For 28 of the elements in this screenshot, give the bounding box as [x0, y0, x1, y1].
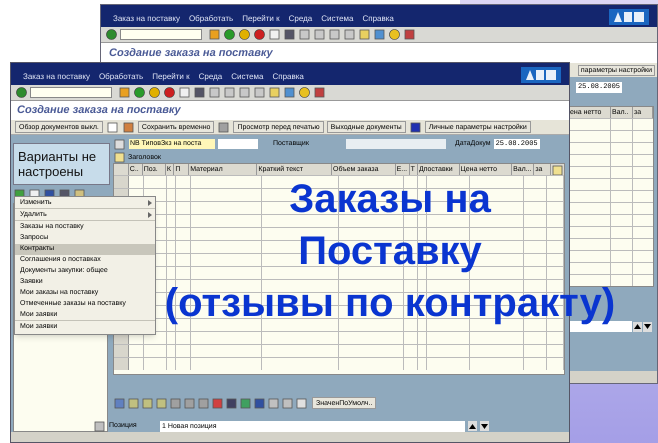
menu-item[interactable]: Система [231, 71, 264, 83]
slide-title-line: Поставку [298, 228, 482, 274]
menu-item[interactable]: Справка [272, 71, 304, 83]
menu-item[interactable]: Обработать [188, 13, 234, 25]
window-title: Создание заказа на поставку [11, 101, 569, 120]
arrow-up-icon[interactable] [633, 322, 642, 332]
row-selector[interactable] [114, 345, 130, 357]
arrow-down-icon[interactable] [480, 421, 489, 431]
menu-item[interactable]: Перейти к [152, 71, 190, 83]
variants-panel: Варианты не настроены [13, 143, 110, 185]
row-selector[interactable] [114, 358, 130, 370]
window-title: Создание заказа на поставку [101, 43, 657, 63]
input-field[interactable] [346, 139, 446, 149]
menu-item[interactable]: Среда [288, 13, 312, 25]
menu-item[interactable]: Заказ на поставку [23, 71, 90, 83]
menu-item[interactable]: Заказ на поставку [113, 13, 180, 25]
arrow-up-icon[interactable] [468, 421, 477, 431]
slide-title-line: Заказы на [289, 176, 491, 222]
input-field[interactable] [218, 139, 258, 149]
menu-item[interactable]: Перейти к [242, 13, 280, 25]
menu-item[interactable]: Система [321, 13, 354, 25]
arrow-down-icon[interactable] [643, 322, 652, 332]
menu-item[interactable]: Среда [198, 71, 222, 83]
command-field[interactable] [30, 87, 112, 98]
menu-item[interactable]: Обработать [98, 71, 144, 83]
menu-item[interactable]: Справка [362, 13, 394, 25]
command-field[interactable] [120, 29, 202, 40]
row-selector[interactable] [114, 176, 130, 188]
